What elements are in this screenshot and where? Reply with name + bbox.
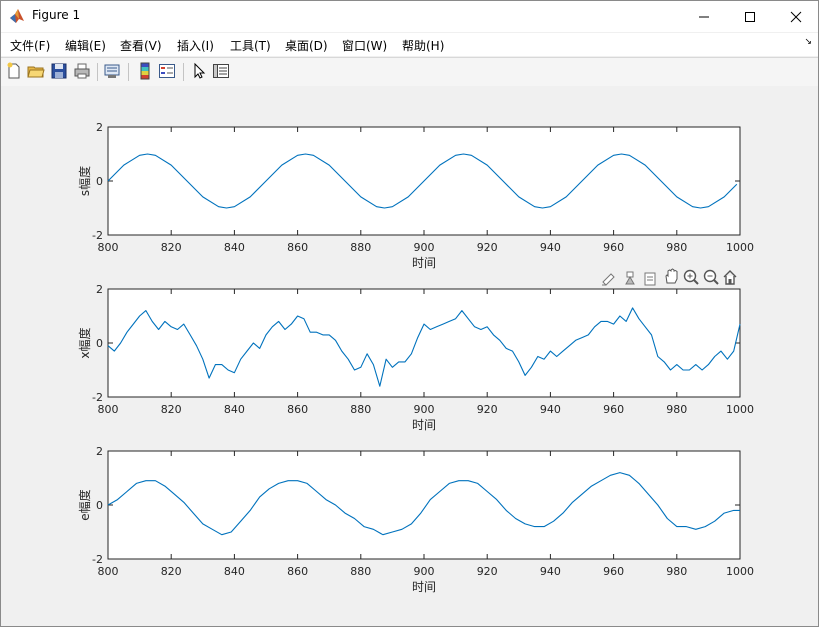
x-tick-label: 920 [477, 241, 498, 254]
maximize-button[interactable] [727, 1, 773, 32]
x-tick-label: 940 [540, 241, 561, 254]
figure-canvas[interactable]: 800 820 840 860 880 900 920 940 960 980 1000 -2 0 2 时间… [1, 86, 818, 626]
menu-help[interactable]: 帮助(H) [402, 37, 444, 54]
menu-edit[interactable]: 编辑(E) [65, 37, 106, 54]
brush-icon[interactable] [602, 273, 615, 286]
close-button[interactable] [773, 1, 818, 32]
print-preview-icon[interactable] [103, 62, 121, 80]
x-tick-label: 820 [161, 403, 182, 416]
x-tick-label: 860 [287, 565, 308, 578]
x-tick-label: 920 [477, 403, 498, 416]
x-tick-label: 860 [287, 241, 308, 254]
y-tick-label: 2 [96, 445, 103, 458]
x-tick-label: 800 [98, 241, 119, 254]
subplot-2: 800 820 840 860 880 900 920 940 960 980 1000 -2 0 2 时间… [77, 283, 754, 432]
toolbar-separator [128, 63, 129, 81]
y-tick-label: 2 [96, 121, 103, 134]
menu-dock-arrow[interactable]: ↘ [804, 37, 812, 47]
x-tick-label: 840 [224, 565, 245, 578]
x-tick-label: 1000 [726, 403, 754, 416]
x-tick-label: 800 [98, 565, 119, 578]
minimize-icon [699, 16, 709, 17]
menu-file[interactable]: 文件(F) [10, 37, 50, 54]
x-tick-label: 820 [161, 565, 182, 578]
figure-window: Figure 1 文件(F) 编辑(E) 查看(V) 插入(I) 工具(T) 桌… [0, 0, 819, 627]
x-tick-label: 900 [414, 403, 435, 416]
x-tick-label: 840 [224, 241, 245, 254]
y-tick-label: 0 [96, 337, 103, 350]
y-axis-label: e幅度 [77, 489, 92, 520]
property-editor-icon[interactable] [212, 62, 230, 80]
x-tick-label: 880 [350, 241, 371, 254]
x-tick-label: 840 [224, 403, 245, 416]
y-axis-label: s幅度 [77, 166, 92, 196]
x-tick-label: 860 [287, 403, 308, 416]
x-tick-label: 980 [666, 403, 687, 416]
pan-icon[interactable] [665, 268, 678, 284]
menu-bar: 文件(F) 编辑(E) 查看(V) 插入(I) 工具(T) 桌面(D) 窗口(W… [1, 33, 818, 56]
minimize-button[interactable] [681, 1, 727, 32]
menu-insert[interactable]: 插入(I) [177, 37, 214, 54]
edit-plot-icon[interactable] [190, 62, 208, 80]
menu-view[interactable]: 查看(V) [120, 37, 162, 54]
x-tick-label: 820 [161, 241, 182, 254]
axes-box[interactable] [107, 288, 741, 398]
x-tick-label: 980 [666, 241, 687, 254]
print-icon[interactable] [73, 62, 91, 80]
title-bar[interactable]: Figure 1 [1, 1, 818, 32]
axes-toolbar [602, 268, 737, 286]
close-icon [790, 11, 802, 22]
menu-tools[interactable]: 工具(T) [230, 37, 271, 54]
x-tick-label: 940 [540, 565, 561, 578]
y-axis-label: x幅度 [77, 327, 92, 358]
x-tick-label: 980 [666, 565, 687, 578]
insert-legend-icon[interactable] [158, 62, 176, 80]
y-tick-label: 0 [96, 175, 103, 188]
data-cursor-icon[interactable] [625, 271, 635, 285]
insert-colorbar-icon[interactable] [136, 62, 154, 80]
x-axis-label: 时间 [412, 418, 436, 432]
toolbar-separator [183, 63, 184, 81]
figure-plot-area[interactable]: 800 820 840 860 880 900 920 940 960 980 1000 -2 0 2 时间… [1, 86, 818, 626]
open-file-icon[interactable] [27, 62, 45, 80]
x-axis-label: 时间 [412, 256, 436, 270]
zoom-in-icon[interactable] [683, 269, 699, 285]
x-tick-label: 960 [603, 241, 624, 254]
x-tick-label: 920 [477, 565, 498, 578]
x-tick-label: 880 [350, 565, 371, 578]
new-figure-icon[interactable] [5, 62, 23, 80]
home-icon[interactable] [723, 270, 737, 285]
save-icon[interactable] [50, 62, 68, 80]
matlab-logo-icon [10, 9, 24, 23]
figure-toolbar [1, 57, 818, 87]
menu-desktop[interactable]: 桌面(D) [285, 37, 328, 54]
subplot-3: 800 820 840 860 880 900 920 940 960 980 1000 -2 0 2 时间… [77, 445, 754, 594]
window-title: Figure 1 [32, 8, 81, 22]
x-tick-label: 960 [603, 403, 624, 416]
y-tick-label: -2 [92, 391, 103, 404]
x-tick-label: 900 [414, 565, 435, 578]
x-tick-label: 800 [98, 403, 119, 416]
link-icon[interactable] [644, 272, 656, 286]
x-tick-label: 960 [603, 565, 624, 578]
subplot-1: 800 820 840 860 880 900 920 940 960 980 1000 -2 0 2 时间… [77, 121, 754, 270]
x-tick-label: 900 [414, 241, 435, 254]
zoom-out-icon[interactable] [703, 269, 719, 285]
axes-box[interactable] [107, 450, 741, 560]
x-axis-label: 时间 [412, 580, 436, 594]
y-tick-label: 0 [96, 499, 103, 512]
menu-window[interactable]: 窗口(W) [342, 37, 387, 54]
y-tick-label: -2 [92, 553, 103, 566]
toolbar-separator [97, 63, 98, 81]
x-tick-label: 1000 [726, 565, 754, 578]
y-tick-label: 2 [96, 283, 103, 296]
x-tick-label: 940 [540, 403, 561, 416]
x-tick-label: 880 [350, 403, 371, 416]
maximize-icon [745, 11, 755, 22]
y-tick-label: -2 [92, 229, 103, 242]
x-tick-label: 1000 [726, 241, 754, 254]
